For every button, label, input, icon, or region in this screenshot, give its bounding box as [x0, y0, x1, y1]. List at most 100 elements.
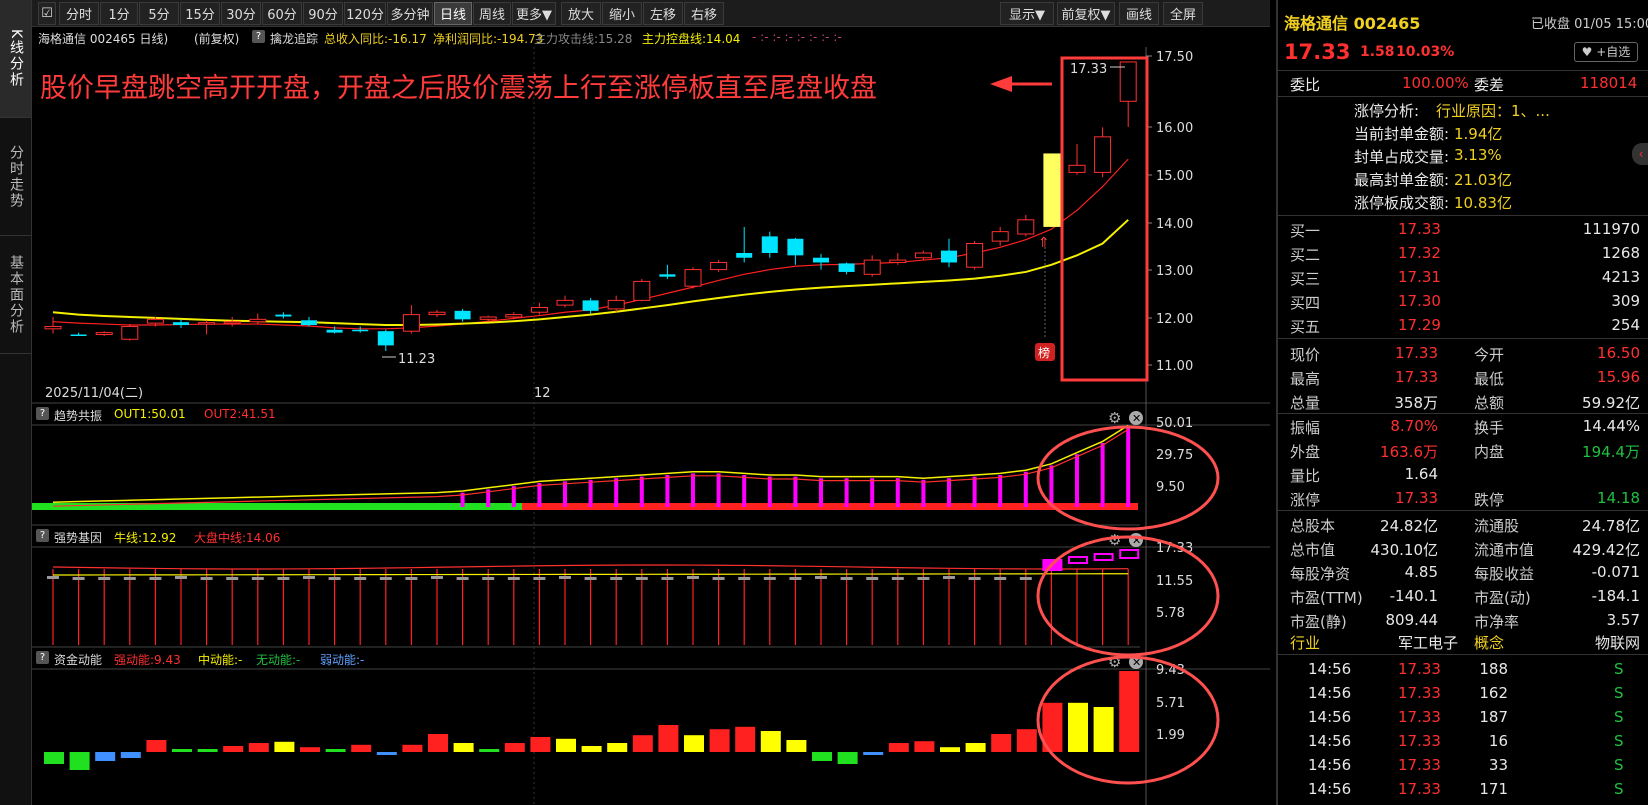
- tick-row: 14:56 17.33 187 S: [1278, 706, 1648, 730]
- toolbar-btn-13[interactable]: 缩小: [602, 2, 642, 25]
- toolbar-right-btn-1[interactable]: 前复权▼: [1057, 2, 1115, 25]
- panel2-gray-mark: [943, 576, 955, 579]
- toolbar-right-btn-0[interactable]: 显示▼: [1000, 2, 1054, 25]
- toolbar-btn-1[interactable]: 1分: [100, 2, 138, 25]
- candle-down: [813, 257, 829, 263]
- panel3-bar: [376, 752, 397, 755]
- stat-row: 总股本 24.82亿 流通股 24.78亿: [1278, 513, 1648, 537]
- kline-chart[interactable]: 17.50 16.00 15.00 14.00 13.00 12.00 11.00 2025/…: [32, 47, 1270, 805]
- tick-price: 17.33: [1398, 660, 1441, 678]
- nav-fundamental[interactable]: 基本面分析: [0, 236, 31, 354]
- nav-timeshare[interactable]: 分时走势: [0, 118, 31, 236]
- stat-label: 现价: [1290, 346, 1321, 364]
- stat-value: 59.92亿: [1582, 394, 1640, 412]
- panel3-axis-label: 5.71: [1156, 696, 1185, 711]
- panel3-bar: [1068, 702, 1088, 752]
- annotation-arrowhead: [990, 76, 1012, 92]
- candle-up: [966, 243, 984, 268]
- toolbar-btn-8[interactable]: 多分钟: [387, 2, 433, 25]
- panel2-gray-mark: [123, 577, 136, 580]
- candle-down: [736, 252, 753, 258]
- panel2-gray-mark: [866, 577, 879, 580]
- toolbar-btn-5[interactable]: 60分: [262, 2, 302, 25]
- price-axis-label: 16.00: [1156, 121, 1193, 136]
- buy-level: 买二 17.32 1268: [1278, 242, 1648, 266]
- zt-row: 当前封单金额: 1.94亿: [1278, 121, 1648, 144]
- panel2-gray-mark: [994, 577, 1007, 580]
- panel1-bar: [870, 478, 875, 507]
- toolbar-btn-7[interactable]: 120分: [344, 2, 386, 25]
- help-icon[interactable]: ?: [36, 529, 49, 542]
- stat-label: 每股收益: [1474, 565, 1535, 583]
- panel2-gray-mark: [354, 577, 367, 580]
- tick-time: 14:56: [1308, 660, 1352, 678]
- panel1-bar: [844, 478, 849, 507]
- tick-price: 17.33: [1398, 732, 1441, 750]
- help-icon[interactable]: ?: [36, 407, 49, 420]
- stat-value: 4.85: [1404, 563, 1438, 581]
- tick-side: S: [1614, 732, 1624, 750]
- tick-volume: 187: [1479, 708, 1508, 726]
- panel1-bar: [998, 475, 1003, 507]
- candle-up: [479, 316, 497, 320]
- stat-value: 17.33: [1395, 489, 1438, 507]
- toolbar-btn-0[interactable]: 分时: [59, 2, 99, 25]
- weibi-value: 100.00%: [1402, 74, 1469, 92]
- candle-down: [173, 322, 189, 326]
- stat-label: 涨停: [1290, 491, 1321, 509]
- zt-row: 涨停板成交额: 10.83亿: [1278, 190, 1648, 213]
- stat-label: 最低: [1474, 370, 1505, 388]
- buy-label: 买四: [1290, 294, 1321, 312]
- panel2-gray-mark: [559, 576, 571, 579]
- panel3-bar: [300, 747, 320, 752]
- toolbar-btn-3[interactable]: 15分: [180, 2, 220, 25]
- zt-label: 涨停分析:: [1354, 102, 1420, 120]
- stat-label: 市盈(静): [1290, 613, 1347, 631]
- stat-value: 24.78亿: [1582, 517, 1640, 535]
- zt-label: 当前封单金额:: [1354, 125, 1450, 143]
- panel3-bar: [146, 740, 167, 752]
- toolbar-btn-12[interactable]: 放大: [561, 2, 601, 25]
- candle-up: [223, 321, 241, 324]
- tick-row: 14:56 17.33 162 S: [1278, 682, 1648, 706]
- tick-volume: 171: [1479, 780, 1508, 798]
- help-icon[interactable]: ?: [36, 651, 49, 664]
- toolbar-btn-11[interactable]: 更多▼: [512, 2, 556, 25]
- panel3-bar: [709, 729, 730, 752]
- adjust-mode: (前复权): [194, 32, 240, 46]
- panel3-bar: [351, 744, 372, 752]
- toolbar-btn-2[interactable]: 5分: [139, 2, 179, 25]
- tick-time: 14:56: [1308, 756, 1352, 774]
- toolbar-btn-10[interactable]: 周线: [473, 2, 511, 25]
- candle-up: [1119, 61, 1137, 102]
- zt-row: 涨停分析: 行业原因：1、...: [1278, 98, 1648, 121]
- panel3-bar: [120, 752, 141, 758]
- toolbar-btn-9[interactable]: 日线: [434, 2, 472, 25]
- help-icon[interactable]: ?: [252, 30, 265, 43]
- collapse-arrow-icon[interactable]: ‹: [1632, 143, 1648, 165]
- toolbar-right-btn-2[interactable]: 画线: [1119, 2, 1159, 25]
- candle-up: [914, 252, 932, 259]
- panel3-bar: [69, 752, 90, 770]
- toolbar-btn-6[interactable]: 90分: [303, 2, 343, 25]
- settings-checkbox-icon[interactable]: ☑: [38, 2, 56, 25]
- highlight-box: [1060, 56, 1149, 382]
- toolbar-btn-15[interactable]: 右移: [684, 2, 724, 25]
- panel3-bar: [172, 749, 192, 752]
- stat-value: 14.44%: [1582, 417, 1640, 435]
- toolbar-right-btn-3[interactable]: 全屏: [1163, 2, 1203, 25]
- candle-up: [121, 325, 139, 340]
- panel3-bar: [965, 743, 986, 752]
- nav-kline[interactable]: K线分析: [0, 0, 31, 118]
- tick-volume: 16: [1488, 732, 1508, 750]
- toolbar-btn-4[interactable]: 30分: [221, 2, 261, 25]
- panel1-bar: [639, 476, 644, 507]
- stat-value: 358万: [1394, 394, 1438, 412]
- toolbar-btn-14[interactable]: 左移: [643, 2, 683, 25]
- panel1-bar: [921, 479, 926, 507]
- tick-price: 17.33: [1398, 708, 1441, 726]
- tick-volume: 33: [1488, 756, 1508, 774]
- add-favorite-button[interactable]: ♥ +自选: [1574, 42, 1638, 62]
- stock-title: 海格通信 002465 日线): [38, 32, 169, 46]
- tick-time: 14:56: [1308, 780, 1352, 798]
